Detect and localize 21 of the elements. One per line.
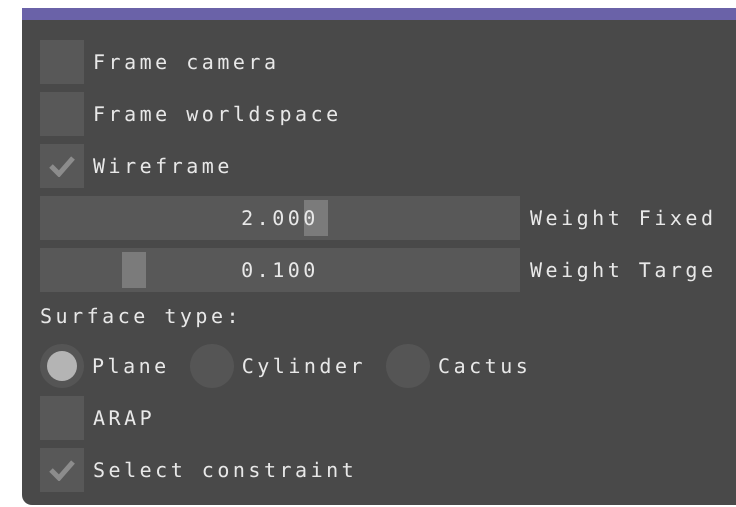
checkbox[interactable]: [40, 144, 84, 188]
radio-button[interactable]: [40, 344, 84, 388]
radio-label: Cylinder: [242, 354, 366, 378]
slider-label: Weight Fixed: [530, 206, 716, 230]
slider[interactable]: 2.000: [40, 196, 520, 240]
slider-thumb[interactable]: [122, 252, 146, 288]
checkbox-label: Select constraint: [93, 458, 358, 482]
checkbox-label: ARAP: [93, 406, 156, 430]
slider-value: 2.000: [241, 206, 319, 230]
slider-label: Weight Targe: [530, 258, 716, 282]
checkmark-icon: [48, 155, 76, 177]
radio-label: Plane: [92, 354, 170, 378]
checkbox-label: Frame camera: [93, 50, 280, 74]
section-label: Surface type:: [40, 304, 242, 328]
slider-value: 0.100: [241, 258, 319, 282]
checkbox-label: Frame worldspace: [93, 102, 342, 126]
slider[interactable]: 0.100: [40, 248, 520, 292]
checkmark-icon: [48, 459, 76, 481]
radio-label: Cactus: [438, 354, 532, 378]
checkbox-label: Wireframe: [93, 154, 233, 178]
checkbox[interactable]: [40, 448, 84, 492]
